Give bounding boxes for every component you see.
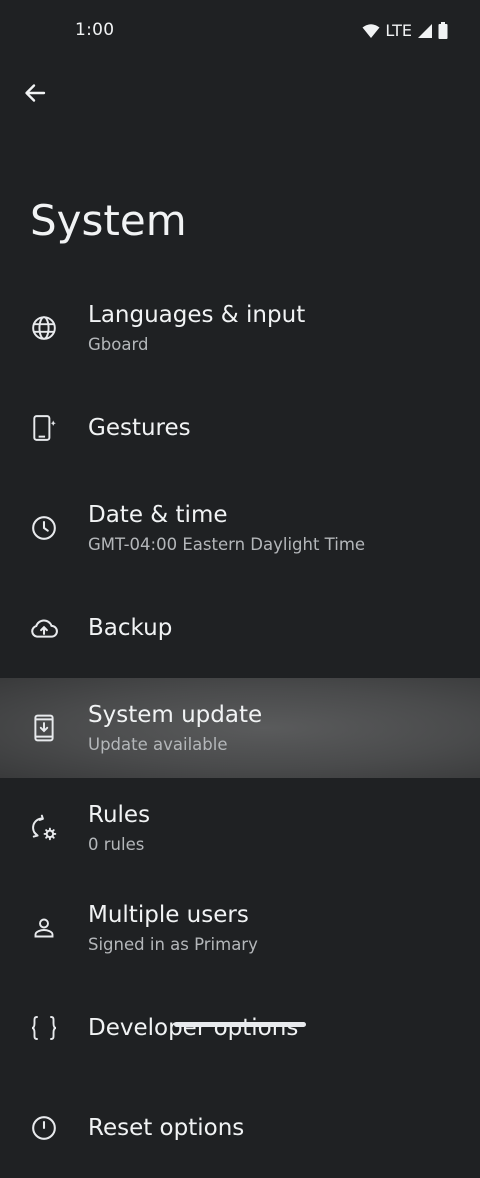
back-button[interactable] [14, 74, 56, 116]
item-title: Rules [88, 802, 151, 828]
item-title: Date & time [88, 502, 228, 528]
item-subtitle: Signed in as Primary [88, 935, 258, 954]
settings-item-reset-options[interactable]: Reset options [0, 1078, 480, 1178]
braces-icon [30, 1014, 58, 1042]
person-icon [30, 914, 58, 942]
item-title: Gestures [88, 415, 191, 441]
item-subtitle: GMT-04:00 Eastern Daylight Time [88, 535, 366, 554]
item-title: Developer options [88, 1015, 299, 1041]
item-subtitle: Update available [88, 735, 228, 754]
reset-clock-icon [30, 1114, 58, 1142]
item-subtitle: 0 rules [88, 835, 145, 854]
item-title: System update [88, 702, 263, 728]
globe-icon [30, 314, 58, 342]
signal-icon [417, 23, 433, 39]
settings-item-rules[interactable]: Rules 0 rules [0, 778, 480, 878]
wifi-icon [362, 23, 380, 39]
network-type-label: LTE [385, 21, 412, 40]
page-title: System [30, 196, 187, 245]
battery-icon [438, 22, 448, 39]
system-update-icon [30, 714, 58, 742]
settings-item-developer-options[interactable]: Developer options [0, 978, 480, 1078]
settings-item-backup[interactable]: Backup [0, 578, 480, 678]
rules-icon [30, 814, 58, 842]
status-icons: LTE [362, 21, 448, 40]
settings-item-date-time[interactable]: Date & time GMT-04:00 Eastern Daylight T… [0, 478, 480, 578]
item-title: Languages & input [88, 302, 306, 328]
settings-item-languages[interactable]: Languages & input Gboard [0, 278, 480, 378]
clock-icon [30, 514, 58, 542]
item-subtitle: Gboard [88, 335, 149, 354]
status-bar: 1:00 LTE [0, 0, 480, 62]
item-title: Backup [88, 615, 173, 641]
item-title: Multiple users [88, 902, 249, 928]
item-title: Reset options [88, 1115, 245, 1141]
settings-list: Languages & input Gboard Gestures Date &… [0, 278, 480, 1178]
settings-item-multiple-users[interactable]: Multiple users Signed in as Primary [0, 878, 480, 978]
settings-item-gestures[interactable]: Gestures [0, 378, 480, 478]
settings-item-system-update[interactable]: System update Update available [0, 678, 480, 778]
arrow-back-icon [24, 82, 46, 108]
status-time: 1:00 [75, 20, 115, 40]
phone-gesture-icon [30, 414, 58, 442]
home-indicator[interactable] [174, 1022, 306, 1027]
cloud-upload-icon [30, 614, 58, 642]
